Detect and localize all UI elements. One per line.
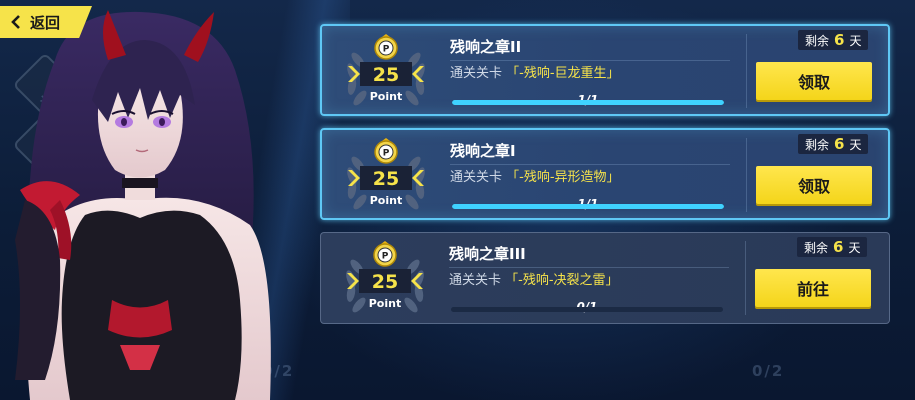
point-badge: P 25 Point	[346, 241, 424, 313]
mission-card: P 25 Point 残响之章II 通关关卡 「-残响-巨龙重生」 1/1 剩余…	[320, 24, 890, 116]
remaining-unit: 天	[849, 137, 862, 152]
points-value: 25	[373, 168, 399, 190]
claim-button[interactable]: 领取	[756, 166, 872, 204]
mission-title: 残响之章I	[450, 142, 516, 160]
remaining-days: 6	[834, 135, 845, 153]
divider	[746, 34, 747, 108]
chevron-left-icon	[10, 15, 24, 29]
divider	[745, 241, 746, 315]
points-unit: Point	[370, 90, 402, 103]
back-button[interactable]: 返回	[0, 6, 92, 38]
points-value: 25	[372, 271, 398, 293]
remaining-unit: 天	[849, 33, 862, 48]
progress-bar	[452, 100, 724, 105]
character-portrait	[15, 10, 271, 400]
divider	[450, 164, 730, 165]
points-unit: Point	[370, 194, 402, 207]
remaining-time-badge: 剩余 6 天	[798, 134, 869, 154]
remaining-label: 剩余	[805, 137, 830, 152]
description-prefix: 通关关卡	[450, 66, 503, 81]
stage-name: 「-残响-巨龙重生」	[506, 66, 620, 81]
point-badge: P 25 Point	[347, 34, 425, 106]
description-prefix: 通关关卡	[449, 273, 502, 288]
progress-bar	[451, 307, 723, 312]
remaining-days: 6	[834, 31, 845, 49]
background-label: 0/2	[752, 362, 785, 380]
description-prefix: 通关关卡	[450, 170, 503, 185]
remaining-days: 6	[833, 238, 844, 256]
go-button[interactable]: 前往	[755, 269, 871, 307]
progress-fill	[452, 100, 724, 105]
divider	[449, 267, 729, 268]
progress-fill	[452, 204, 724, 209]
point-badge: P 25 Point	[347, 138, 425, 210]
back-label: 返回	[30, 13, 61, 32]
points-unit: Point	[369, 297, 401, 310]
stage-name: 「-残响-异形造物」	[506, 170, 620, 185]
mission-title: 残响之章III	[449, 245, 526, 263]
mission-title: 残响之章II	[450, 38, 522, 56]
remaining-label: 剩余	[804, 240, 829, 255]
mission-description: 通关关卡 「-残响-巨龙重生」	[450, 62, 620, 81]
remaining-unit: 天	[848, 240, 861, 255]
points-value: 25	[373, 64, 399, 86]
svg-text:P: P	[383, 149, 390, 159]
svg-text:P: P	[382, 252, 389, 262]
mission-description: 通关关卡 「-残响-决裂之雷」	[449, 269, 619, 288]
remaining-time-badge: 剩余 6 天	[797, 237, 868, 257]
stage-name: 「-残响-决裂之雷」	[505, 273, 619, 288]
remaining-label: 剩余	[805, 33, 830, 48]
divider	[450, 60, 730, 61]
remaining-time-badge: 剩余 6 天	[798, 30, 869, 50]
mission-card: P 25 Point 残响之章I 通关关卡 「-残响-异形造物」 1/1 剩余 …	[320, 128, 890, 220]
svg-text:P: P	[383, 45, 390, 55]
mission-card: P 25 Point 残响之章III 通关关卡 「-残响-决裂之雷」 0/1 剩…	[320, 232, 890, 324]
mission-description: 通关关卡 「-残响-异形造物」	[450, 166, 620, 185]
divider	[746, 138, 747, 212]
progress-bar	[452, 204, 724, 209]
claim-button[interactable]: 领取	[756, 62, 872, 100]
